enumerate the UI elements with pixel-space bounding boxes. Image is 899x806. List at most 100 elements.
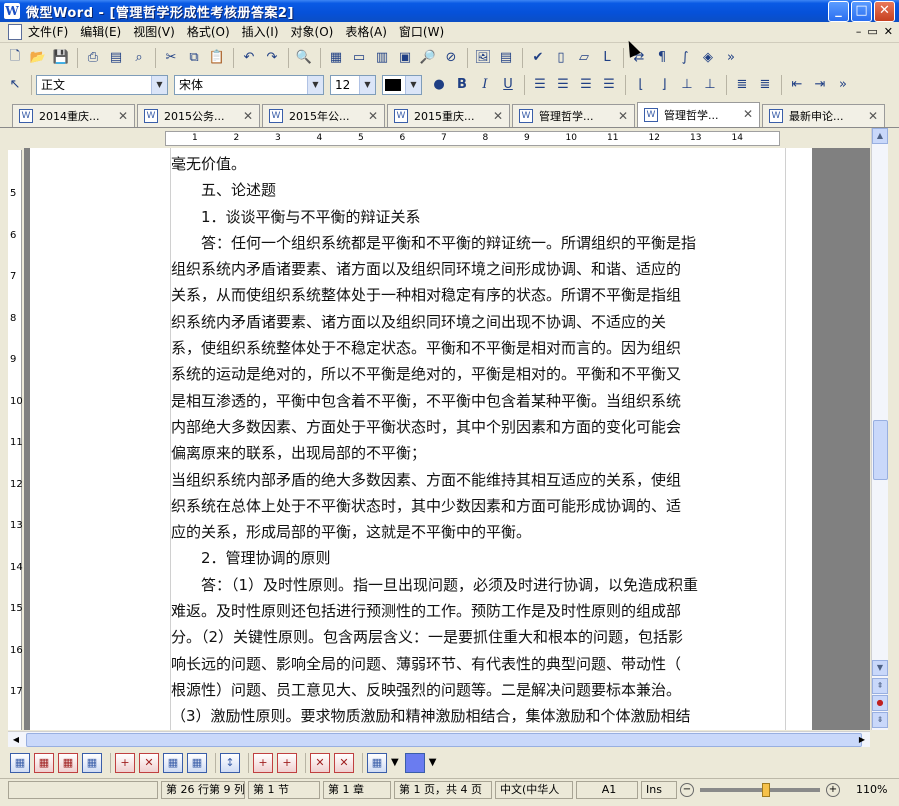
print-preview-icon[interactable]: ⌕	[128, 47, 150, 69]
document-line[interactable]: 分。（2）关键性原则。包含两层含义：一是要抓住重大和根本的问题，包括影	[171, 624, 781, 650]
table-insert-column-icon[interactable]: ▦	[82, 752, 102, 773]
menu-insert[interactable]: 插入(I)	[236, 22, 285, 42]
doc-minimize-button[interactable]: –	[856, 25, 862, 38]
chevron-down-icon[interactable]: ▼	[151, 75, 167, 94]
tab-document-7[interactable]: W 最新申论... ✕	[762, 104, 885, 127]
document-page[interactable]: 毫无价值。 五、论述题 1．谈谈平衡与不平衡的辩证关系 答：任何一个组织系统都是…	[30, 148, 812, 730]
table-split-icon[interactable]: ▦	[187, 752, 207, 773]
more-format-icon[interactable]: »	[832, 74, 854, 96]
style-select[interactable]: 正文 ▼	[36, 74, 168, 95]
document-line[interactable]: 当组织系统内部矛盾的绝大多数因素、方面不能维持其相互适应的关系，使组	[171, 467, 781, 493]
redo-icon[interactable]: ↷	[261, 47, 283, 69]
chevron-down-icon[interactable]: ▼	[359, 75, 375, 94]
table-add-col-icon[interactable]: +	[277, 752, 297, 773]
tab-center-icon[interactable]: ⊥	[676, 74, 698, 96]
insert-table-icon[interactable]: ▦	[325, 47, 347, 69]
zoom-in-button[interactable]: +	[826, 782, 840, 797]
table-add-row-icon[interactable]: +	[253, 752, 273, 773]
tab-document-6-active[interactable]: W 管理哲学... ✕	[637, 102, 760, 127]
close-tab-icon[interactable]: ✕	[493, 109, 503, 123]
insert-field-icon[interactable]: ▤	[495, 47, 517, 69]
layout-icon[interactable]: ▣	[394, 47, 416, 69]
undo-icon[interactable]: ↶	[238, 47, 260, 69]
italic-button[interactable]: I	[474, 74, 496, 96]
new-document-icon[interactable]: 🗋	[4, 47, 26, 69]
document-line[interactable]: 关系，从而使组织系统整体处于一种相对稳定有序的状态。所谓不平衡是指组	[171, 282, 781, 308]
table-delete-cells-icon[interactable]: ✕	[139, 752, 159, 773]
frame-icon[interactable]: ▱	[573, 47, 595, 69]
font-select[interactable]: 宋体 ▼	[174, 74, 324, 95]
insert-frame-icon[interactable]: ▭	[348, 47, 370, 69]
zoom-out-button[interactable]: −	[680, 782, 694, 797]
status-language[interactable]: 中文(中华人	[495, 780, 573, 799]
menu-view[interactable]: 视图(V)	[127, 22, 181, 42]
font-effect-icon[interactable]: ¶	[651, 47, 673, 69]
bullet-list-icon[interactable]: ≣	[754, 74, 776, 96]
chevron-down-icon[interactable]: ▼	[391, 757, 399, 768]
chevron-down-icon[interactable]: ▼	[307, 75, 323, 94]
text-frame-icon[interactable]: L	[596, 47, 618, 69]
insert-image-icon[interactable]: 🖼	[472, 47, 494, 69]
justify-icon[interactable]: ☰	[598, 74, 620, 96]
prev-page-button[interactable]: ⇞	[872, 678, 888, 694]
save-icon[interactable]: 💾	[50, 47, 72, 69]
numbered-list-icon[interactable]: ≣	[731, 74, 753, 96]
scroll-left-button[interactable]: ◀	[8, 732, 24, 747]
menu-file[interactable]: 文件(F)	[22, 22, 74, 42]
symbol-icon[interactable]: ⊘	[440, 47, 462, 69]
align-right-icon[interactable]: ☰	[575, 74, 597, 96]
vertical-scrollbar[interactable]: ▲ ▼ ⇞ ● ⇟	[871, 128, 888, 730]
close-tab-icon[interactable]: ✕	[868, 109, 878, 123]
font-size-select[interactable]: 12 ▼	[330, 74, 376, 95]
tab-right-icon[interactable]: ⌋	[653, 74, 675, 96]
open-folder-icon[interactable]: 📂	[27, 47, 49, 69]
table-border-icon[interactable]: ▦	[367, 752, 387, 773]
table-grid-icon[interactable]: ▦	[10, 752, 30, 773]
document-line[interactable]: 织系统内矛盾诸要素、诸方面以及组织同环境之间出现不协调、不适应的关	[171, 309, 781, 335]
spellcheck-icon[interactable]: ✔	[527, 47, 549, 69]
document-line[interactable]: 毫无价值。	[171, 151, 781, 177]
document-line[interactable]: （3）激励性原则。要求物质激励和精神激励相结合，集体激励和个体激励相结	[171, 703, 781, 729]
horizontal-scrollbar[interactable]: ◀ ▶	[8, 731, 870, 747]
chevron-down-icon[interactable]: ▼	[405, 75, 421, 94]
tab-document-4[interactable]: W 2015重庆... ✕	[387, 104, 510, 127]
document-line[interactable]: 根源性）问题、员工意见大、反映强烈的问题等。二是解决问题要标本兼治。	[171, 677, 781, 703]
tab-decimal-icon[interactable]: ⊥	[699, 74, 721, 96]
tab-document-1[interactable]: W 2014重庆... ✕	[12, 104, 135, 127]
tab-document-3[interactable]: W 2015年公... ✕	[262, 104, 385, 127]
document-icon[interactable]	[8, 24, 22, 40]
bold-button[interactable]: B	[451, 74, 473, 96]
table-add-cells-icon[interactable]: +	[115, 752, 135, 773]
vertical-scroll-thumb[interactable]	[873, 420, 888, 480]
maximize-button[interactable]: □	[851, 1, 872, 22]
print-icon[interactable]: ⎙	[82, 47, 104, 69]
copy-icon[interactable]: ⧉	[183, 47, 205, 69]
zoom-slider-thumb[interactable]	[761, 782, 770, 797]
table-insert-row-icon[interactable]: ▦	[58, 752, 78, 773]
table-sort-icon[interactable]: ↕	[220, 752, 240, 773]
minimize-button[interactable]: _	[828, 1, 849, 22]
table-insert-icon[interactable]: ▦	[34, 752, 54, 773]
scroll-right-button[interactable]: ▶	[854, 732, 870, 747]
tab-document-2[interactable]: W 2015公务... ✕	[137, 104, 260, 127]
align-left-icon[interactable]: ☰	[529, 74, 551, 96]
zoom-icon[interactable]: 🔎	[417, 47, 439, 69]
next-page-button[interactable]: ⇟	[872, 712, 888, 728]
document-line[interactable]: 1．谈谈平衡与不平衡的辩证关系	[171, 204, 781, 230]
menu-window[interactable]: 窗口(W)	[393, 22, 450, 42]
shape-3d-icon[interactable]: ◈	[697, 47, 719, 69]
table-merge-icon[interactable]: ▦	[163, 752, 183, 773]
status-insert-mode[interactable]: Ins	[641, 780, 677, 799]
tab-document-5[interactable]: W 管理哲学... ✕	[512, 104, 635, 127]
document-line[interactable]: 2．管理协调的原则	[171, 545, 781, 571]
vertical-ruler[interactable]: 5 6 7 8 9 10 11 12 13 14 15 16 17	[8, 150, 23, 730]
word-app-icon[interactable]: W	[4, 3, 20, 19]
close-tab-icon[interactable]: ✕	[743, 107, 753, 121]
browse-object-button[interactable]: ●	[872, 695, 888, 711]
align-center-icon[interactable]: ☰	[552, 74, 574, 96]
decrease-indent-icon[interactable]: ⇤	[786, 74, 808, 96]
document-line[interactable]: 答：任何一个组织系统都是平衡和不平衡的辩证统一。所谓组织的平衡是指	[171, 230, 781, 256]
cut-icon[interactable]: ✂	[160, 47, 182, 69]
tab-left-icon[interactable]: ⌊	[630, 74, 652, 96]
document-line[interactable]: 织系统在总体上处于不平衡状态时，其中少数因素和方面可能形成协调的、适	[171, 493, 781, 519]
